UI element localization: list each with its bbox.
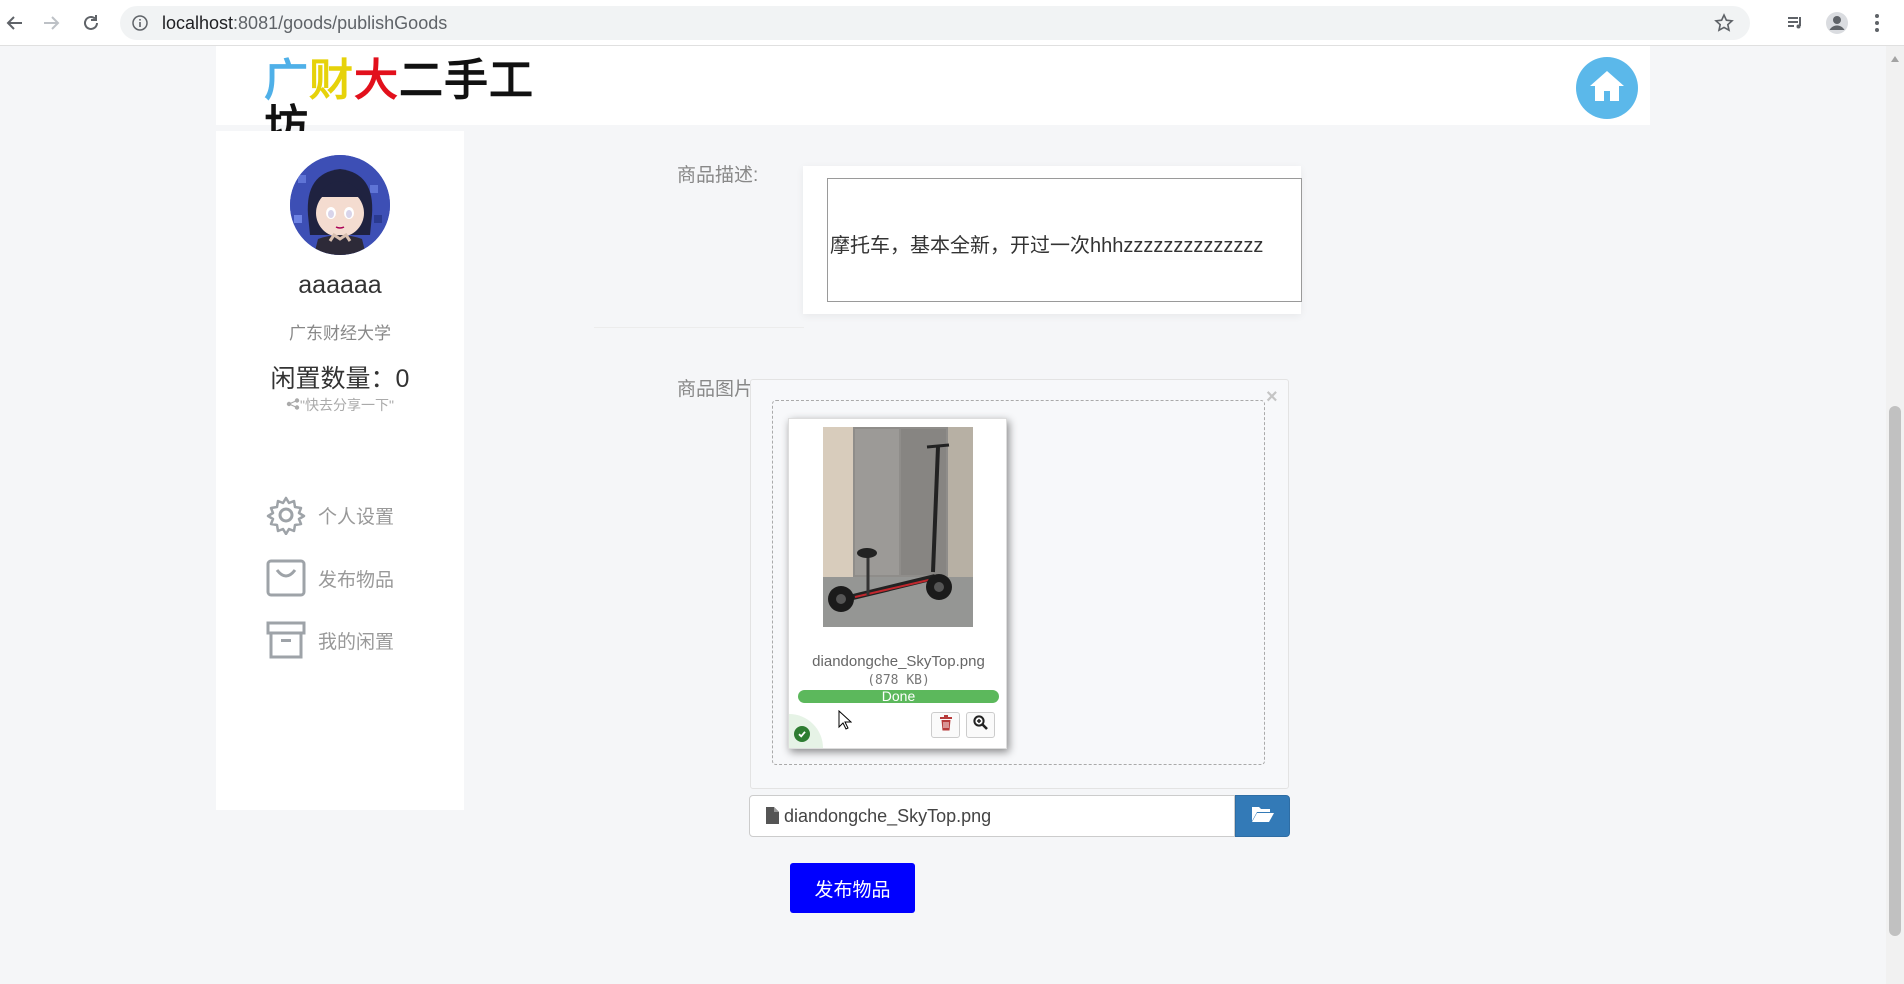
description-value: 摩托车，基本全新，开过一次hhhzzzzzzzzzzzzzz xyxy=(830,235,1264,257)
thumbnail-file-size: (878 KB) xyxy=(867,673,930,688)
scrollbar-thumb[interactable] xyxy=(1889,406,1901,936)
file-icon xyxy=(766,807,779,829)
share-link[interactable]: "快去分享一下" xyxy=(216,395,464,415)
home-button[interactable] xyxy=(1576,57,1638,119)
upload-status-indicator xyxy=(789,714,823,748)
description-label: 商品描述: xyxy=(677,165,759,186)
image-label: 商品图片: xyxy=(677,379,759,400)
progress-label: Done xyxy=(881,690,916,703)
share-text: "快去分享一下" xyxy=(300,397,394,413)
username: aaaaaa xyxy=(298,271,382,299)
section-divider xyxy=(594,327,804,328)
back-icon[interactable] xyxy=(0,8,30,38)
close-icon[interactable]: × xyxy=(1266,386,1278,409)
gear-icon xyxy=(266,495,306,535)
idle-count-label: 闲置数量： xyxy=(270,365,396,393)
logo-char-1: 广 xyxy=(264,55,309,106)
file-caption-input[interactable]: diandongche_SkyTop.png xyxy=(749,795,1235,837)
sidebar-item-label: 发布物品 xyxy=(318,569,395,591)
mouse-cursor-icon xyxy=(838,709,853,735)
scroll-up-arrow-icon[interactable] xyxy=(1890,50,1900,62)
user-sidebar: aaaaaa 广东财经大学 闲置数量：0 "快去分享一下" 个人设置 发布物品 … xyxy=(216,131,464,810)
sidebar-item-label: 个人设置 xyxy=(318,506,395,528)
bookmark-star-icon[interactable] xyxy=(1714,13,1734,38)
logo-char-2: 财 xyxy=(309,55,354,106)
sidebar-item-label: 我的闲置 xyxy=(318,631,395,653)
profile-avatar-icon[interactable] xyxy=(1822,8,1852,38)
avatar[interactable] xyxy=(290,155,390,255)
selected-file-name: diandongche_SkyTop.png xyxy=(784,806,992,826)
sidebar-item-settings[interactable]: 个人设置 xyxy=(266,493,394,537)
description-textarea[interactable]: 摩托车，基本全新，开过一次hhhzzzzzzzzzzzzzz xyxy=(827,178,1302,302)
shopping-bag-icon xyxy=(266,558,306,598)
reload-icon[interactable] xyxy=(76,8,106,38)
idle-count: 闲置数量：0 xyxy=(216,359,464,395)
url-host: localhost xyxy=(162,13,234,33)
zoom-file-button[interactable] xyxy=(966,712,995,738)
browser-toolbar: localhost:8081/goods/publishGoods xyxy=(0,0,1904,46)
sidebar-item-my-items[interactable]: 我的闲置 xyxy=(266,618,394,662)
zoom-in-icon xyxy=(973,715,988,735)
site-logo[interactable]: 广财大二手工坊 一个属于广财人的二手交易平台 xyxy=(264,55,564,170)
site-header: 广财大二手工坊 一个属于广财人的二手交易平台 xyxy=(216,46,1650,170)
file-thumbnail: diandongche_SkyTop.png (878 KB) Done xyxy=(788,418,1007,749)
delete-file-button[interactable] xyxy=(931,712,960,738)
url-path: :8081/goods/publishGoods xyxy=(233,13,448,33)
trash-icon xyxy=(939,714,953,736)
browse-button[interactable] xyxy=(1235,795,1290,837)
archive-icon xyxy=(266,620,306,660)
idle-count-value: 0 xyxy=(395,365,410,393)
uploaded-image xyxy=(823,427,973,627)
upload-progress-bar: Done xyxy=(798,690,999,703)
forward-icon[interactable] xyxy=(36,8,66,38)
logo-char-3: 大 xyxy=(354,55,399,106)
home-icon xyxy=(1587,68,1627,109)
media-control-icon[interactable] xyxy=(1780,8,1810,38)
site-info-icon[interactable] xyxy=(132,15,148,36)
sidebar-item-publish[interactable]: 发布物品 xyxy=(266,556,394,600)
menu-kebab-icon[interactable] xyxy=(1862,8,1892,38)
thumbnail-file-name: diandongche_SkyTop.png xyxy=(812,653,985,670)
address-bar[interactable]: localhost:8081/goods/publishGoods xyxy=(120,6,1750,40)
url-text[interactable]: localhost:8081/goods/publishGoods xyxy=(162,13,447,34)
school-name: 广东财经大学 xyxy=(289,324,391,343)
check-circle-icon xyxy=(794,726,810,742)
share-icon xyxy=(286,397,300,413)
folder-open-icon xyxy=(1251,805,1275,828)
publish-button[interactable]: 发布物品 xyxy=(790,863,915,913)
